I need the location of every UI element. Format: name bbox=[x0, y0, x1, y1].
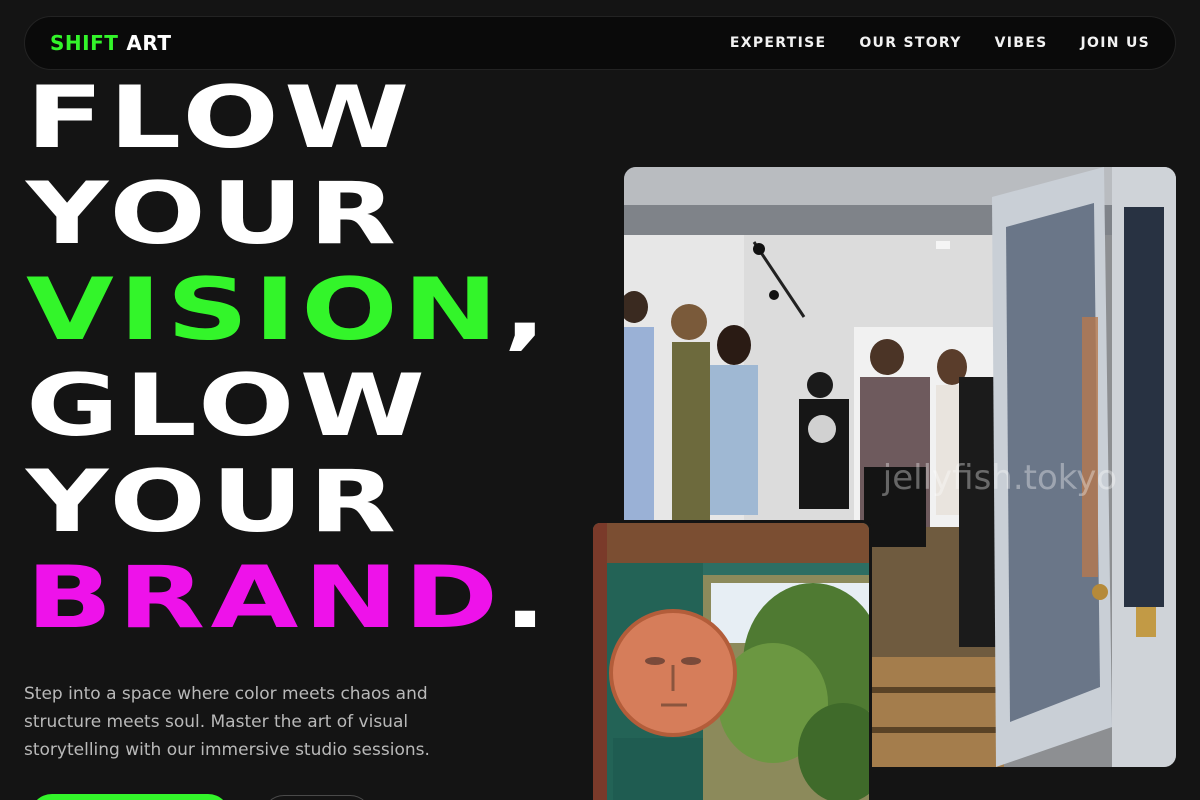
nav-link-expertise[interactable]: EXPERTISE bbox=[730, 35, 826, 51]
headline-line-1: FLOW bbox=[26, 68, 415, 168]
primary-nav: EXPERTISE OUR STORY VIBES JOIN US bbox=[730, 35, 1150, 51]
secondary-cta-button[interactable] bbox=[262, 795, 372, 800]
primary-cta-button[interactable] bbox=[30, 794, 230, 800]
headline-line-3: VISION, bbox=[26, 262, 552, 358]
mural-photo bbox=[590, 520, 872, 800]
logo-shift-text: SHIFT bbox=[50, 31, 119, 55]
nav-link-join-us[interactable]: JOIN US bbox=[1081, 35, 1150, 51]
nav-link-vibes[interactable]: VIBES bbox=[995, 35, 1048, 51]
headline-line-6: BRAND. bbox=[26, 550, 552, 646]
headline-period: . bbox=[503, 548, 552, 648]
headline-line-4: GLOW bbox=[26, 356, 431, 456]
hero-headline: FLOW YOUR VISION, GLOW YOUR BRAND. bbox=[26, 70, 552, 646]
logo-art-text: ART bbox=[126, 31, 172, 55]
mural-photo-icon bbox=[593, 523, 869, 800]
hero-description: Step into a space where color meets chao… bbox=[24, 684, 430, 760]
nav-link-our-story[interactable]: OUR STORY bbox=[859, 35, 961, 51]
headline-line-5: YOUR bbox=[26, 452, 402, 552]
brand-logo[interactable]: SHIFT ART bbox=[50, 31, 172, 55]
top-navbar: SHIFT ART EXPERTISE OUR STORY VIBES JOIN… bbox=[24, 16, 1176, 70]
headline-brand-word: BRAND bbox=[26, 548, 504, 648]
gallery-watermark: jellyfish.tokyo bbox=[882, 458, 1117, 498]
headline-vision-word: VISION bbox=[26, 260, 504, 360]
headline-comma: , bbox=[503, 260, 552, 360]
headline-line-2: YOUR bbox=[26, 164, 402, 264]
